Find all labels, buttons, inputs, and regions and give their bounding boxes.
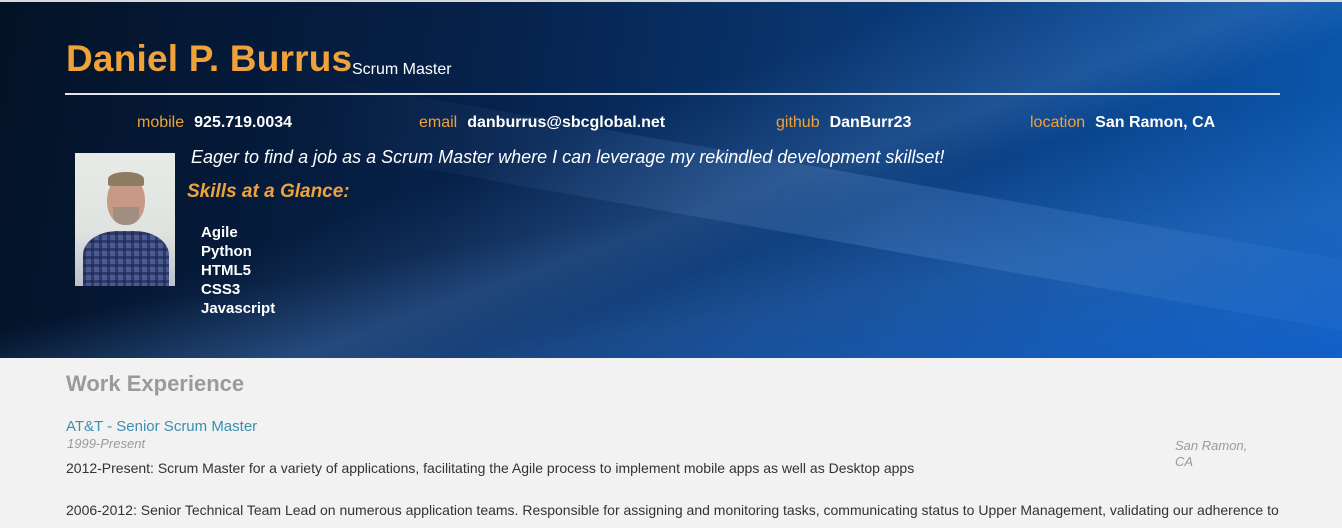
skill-item: CSS3 [201,281,241,298]
profile-photo [75,153,175,286]
skills-heading: Skills at a Glance: [187,181,350,202]
contact-label: github [776,114,820,131]
contact-email: email danburrus@sbcglobal.net [419,114,665,132]
contact-label: mobile [137,114,185,131]
job-dates: 1999-Present [67,436,146,451]
resume-header: Daniel P. Burrus Scrum Master mobile 925.… [0,0,1342,358]
person-name: Daniel P. Burrus [66,38,353,79]
contact-label: location [1030,114,1086,131]
photo-beard [113,207,139,225]
skill-item: Python [201,243,252,260]
contact-mobile: mobile 925.719.0034 [137,114,292,132]
contact-value: 925.719.0034 [194,114,293,131]
skill-item: Javascript [201,300,276,317]
skills-list: Agile Python HTML5 CSS3 Javascript [201,223,275,318]
contact-location: location San Ramon, CA [1030,114,1215,132]
skill-item: HTML5 [201,262,251,279]
contact-value[interactable]: DanBurr23 [830,114,912,131]
contact-label: email [419,114,458,131]
skill-item: Agile [201,224,238,241]
contact-value: San Ramon, CA [1095,114,1216,131]
job-description: 2006-2012: Senior Technical Team Lead on… [66,502,1279,518]
work-experience-heading: Work Experience [66,371,245,396]
photo-hair [108,172,144,186]
job-description: 2012-Present: Scrum Master for a variety… [66,460,915,476]
job-role: Scrum Master [352,61,452,78]
tagline: Eager to find a job as a Scrum Master wh… [191,147,945,167]
photo-shirt [83,231,169,286]
contact-github: github DanBurr23 [776,114,911,132]
contact-value[interactable]: danburrus@sbcglobal.net [467,114,665,131]
header-divider [65,93,1280,95]
job-title: AT&T - Senior Scrum Master [66,418,258,435]
